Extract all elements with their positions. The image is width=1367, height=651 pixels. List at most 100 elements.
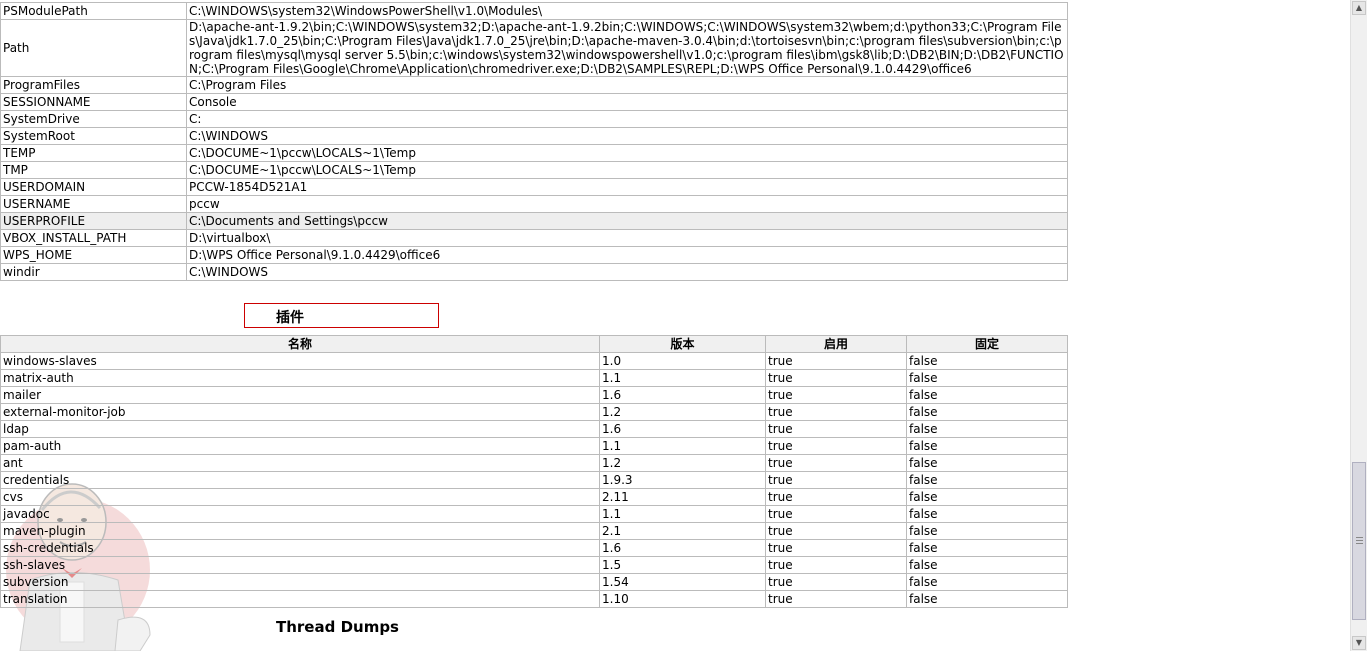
- plugin-version: 1.10: [599, 590, 766, 608]
- env-var-name: TMP: [0, 161, 187, 179]
- column-header-pinned[interactable]: 固定: [906, 335, 1068, 353]
- plugin-enabled: true: [765, 454, 907, 472]
- plugin-enabled: true: [765, 437, 907, 455]
- plugin-version: 1.2: [599, 403, 766, 421]
- scrollbar-thumb[interactable]: [1352, 462, 1366, 620]
- plugin-pinned: false: [906, 488, 1068, 506]
- env-var-name: Path: [0, 19, 187, 77]
- scroll-down-arrow-icon[interactable]: ▼: [1352, 636, 1366, 650]
- plugin-enabled: true: [765, 522, 907, 540]
- plugin-pinned: false: [906, 522, 1068, 540]
- plugin-pinned: false: [906, 539, 1068, 557]
- plugin-version: 1.6: [599, 386, 766, 404]
- plugin-name: matrix-auth: [0, 369, 600, 387]
- env-var-name: TEMP: [0, 144, 187, 162]
- env-var-value: Console: [186, 93, 1068, 111]
- env-var-value: D:\WPS Office Personal\9.1.0.4429\office…: [186, 246, 1068, 264]
- plugin-row: credentials 1.9.3 true false: [0, 471, 1068, 489]
- env-row: TEMP C:\DOCUME~1\pccw\LOCALS~1\Temp: [0, 144, 1068, 162]
- env-row: Path D:\apache-ant-1.9.2\bin;C:\WINDOWS\s…: [0, 19, 1068, 77]
- plugin-enabled: true: [765, 386, 907, 404]
- plugin-row: ssh-slaves 1.5 true false: [0, 556, 1068, 574]
- env-var-name: PSModulePath: [0, 2, 187, 20]
- plugin-version: 1.9.3: [599, 471, 766, 489]
- environment-variables-section: PSModulePath C:\WINDOWS\system32\WindowsP…: [0, 2, 1068, 281]
- plugin-row: cvs 2.11 true false: [0, 488, 1068, 506]
- plugin-pinned: false: [906, 556, 1068, 574]
- env-row: SESSIONNAME Console: [0, 93, 1068, 111]
- plugin-pinned: false: [906, 369, 1068, 387]
- env-var-name: SystemDrive: [0, 110, 187, 128]
- plugin-enabled: true: [765, 505, 907, 523]
- plugin-name: javadoc: [0, 505, 600, 523]
- env-var-value: C:: [186, 110, 1068, 128]
- column-header-enabled[interactable]: 启用: [765, 335, 907, 353]
- plugin-row: subversion 1.54 true false: [0, 573, 1068, 591]
- plugin-row: javadoc 1.1 true false: [0, 505, 1068, 523]
- env-var-name: USERPROFILE: [0, 212, 187, 230]
- vertical-scrollbar[interactable]: ▲ ▼: [1350, 0, 1367, 651]
- plugin-pinned: false: [906, 403, 1068, 421]
- plugin-enabled: true: [765, 420, 907, 438]
- plugins-section-box: [244, 303, 439, 328]
- env-row: SystemRoot C:\WINDOWS: [0, 127, 1068, 145]
- plugin-row: matrix-auth 1.1 true false: [0, 369, 1068, 387]
- env-row: USERPROFILE C:\Documents and Settings\pcc…: [0, 212, 1068, 230]
- plugin-enabled: true: [765, 403, 907, 421]
- env-var-value: pccw: [186, 195, 1068, 213]
- plugin-version: 1.54: [599, 573, 766, 591]
- env-var-value: D:\virtualbox\: [186, 229, 1068, 247]
- env-var-name: windir: [0, 263, 187, 281]
- scroll-up-arrow-icon[interactable]: ▲: [1352, 1, 1366, 15]
- plugin-enabled: true: [765, 488, 907, 506]
- plugin-enabled: true: [765, 556, 907, 574]
- plugin-version: 1.6: [599, 420, 766, 438]
- plugin-row: windows-slaves 1.0 true false: [0, 352, 1068, 370]
- plugins-header-row: 名称 版本 启用 固定: [0, 335, 1068, 353]
- plugin-row: mailer 1.6 true false: [0, 386, 1068, 404]
- plugin-row: maven-plugin 2.1 true false: [0, 522, 1068, 540]
- plugin-version: 1.5: [599, 556, 766, 574]
- plugin-name: ant: [0, 454, 600, 472]
- plugin-pinned: false: [906, 437, 1068, 455]
- plugin-version: 2.11: [599, 488, 766, 506]
- plugin-name: ssh-slaves: [0, 556, 600, 574]
- plugin-name: translation: [0, 590, 600, 608]
- env-var-name: SESSIONNAME: [0, 93, 187, 111]
- plugin-name: ldap: [0, 420, 600, 438]
- plugin-row: pam-auth 1.1 true false: [0, 437, 1068, 455]
- plugin-pinned: false: [906, 420, 1068, 438]
- plugin-enabled: true: [765, 539, 907, 557]
- plugin-name: pam-auth: [0, 437, 600, 455]
- plugin-enabled: true: [765, 471, 907, 489]
- env-var-value: C:\WINDOWS\system32\WindowsPowerShell\v1…: [186, 2, 1068, 20]
- env-var-name: WPS_HOME: [0, 246, 187, 264]
- env-var-name: SystemRoot: [0, 127, 187, 145]
- env-row: windir C:\WINDOWS: [0, 263, 1068, 281]
- plugin-row: ldap 1.6 true false: [0, 420, 1068, 438]
- env-var-name: USERDOMAIN: [0, 178, 187, 196]
- env-var-value: D:\apache-ant-1.9.2\bin;C:\WINDOWS\syste…: [186, 19, 1068, 77]
- plugin-version: 1.2: [599, 454, 766, 472]
- plugin-name: cvs: [0, 488, 600, 506]
- env-row: VBOX_INSTALL_PATH D:\virtualbox\: [0, 229, 1068, 247]
- column-header-version[interactable]: 版本: [599, 335, 766, 353]
- plugin-row: ssh-credentials 1.6 true false: [0, 539, 1068, 557]
- plugin-pinned: false: [906, 471, 1068, 489]
- env-row: ProgramFiles C:\Program Files: [0, 76, 1068, 94]
- env-var-name: ProgramFiles: [0, 76, 187, 94]
- plugin-name: maven-plugin: [0, 522, 600, 540]
- env-var-value: PCCW-1854D521A1: [186, 178, 1068, 196]
- env-var-value: C:\Documents and Settings\pccw: [186, 212, 1068, 230]
- thread-dumps-heading: Thread Dumps: [276, 618, 399, 636]
- plugin-name: ssh-credentials: [0, 539, 600, 557]
- plugin-enabled: true: [765, 369, 907, 387]
- plugin-version: 1.1: [599, 437, 766, 455]
- env-var-name: USERNAME: [0, 195, 187, 213]
- plugin-row: ant 1.2 true false: [0, 454, 1068, 472]
- env-row: USERDOMAIN PCCW-1854D521A1: [0, 178, 1068, 196]
- plugin-pinned: false: [906, 454, 1068, 472]
- column-header-name[interactable]: 名称: [0, 335, 600, 353]
- plugin-name: mailer: [0, 386, 600, 404]
- plugin-version: 1.0: [599, 352, 766, 370]
